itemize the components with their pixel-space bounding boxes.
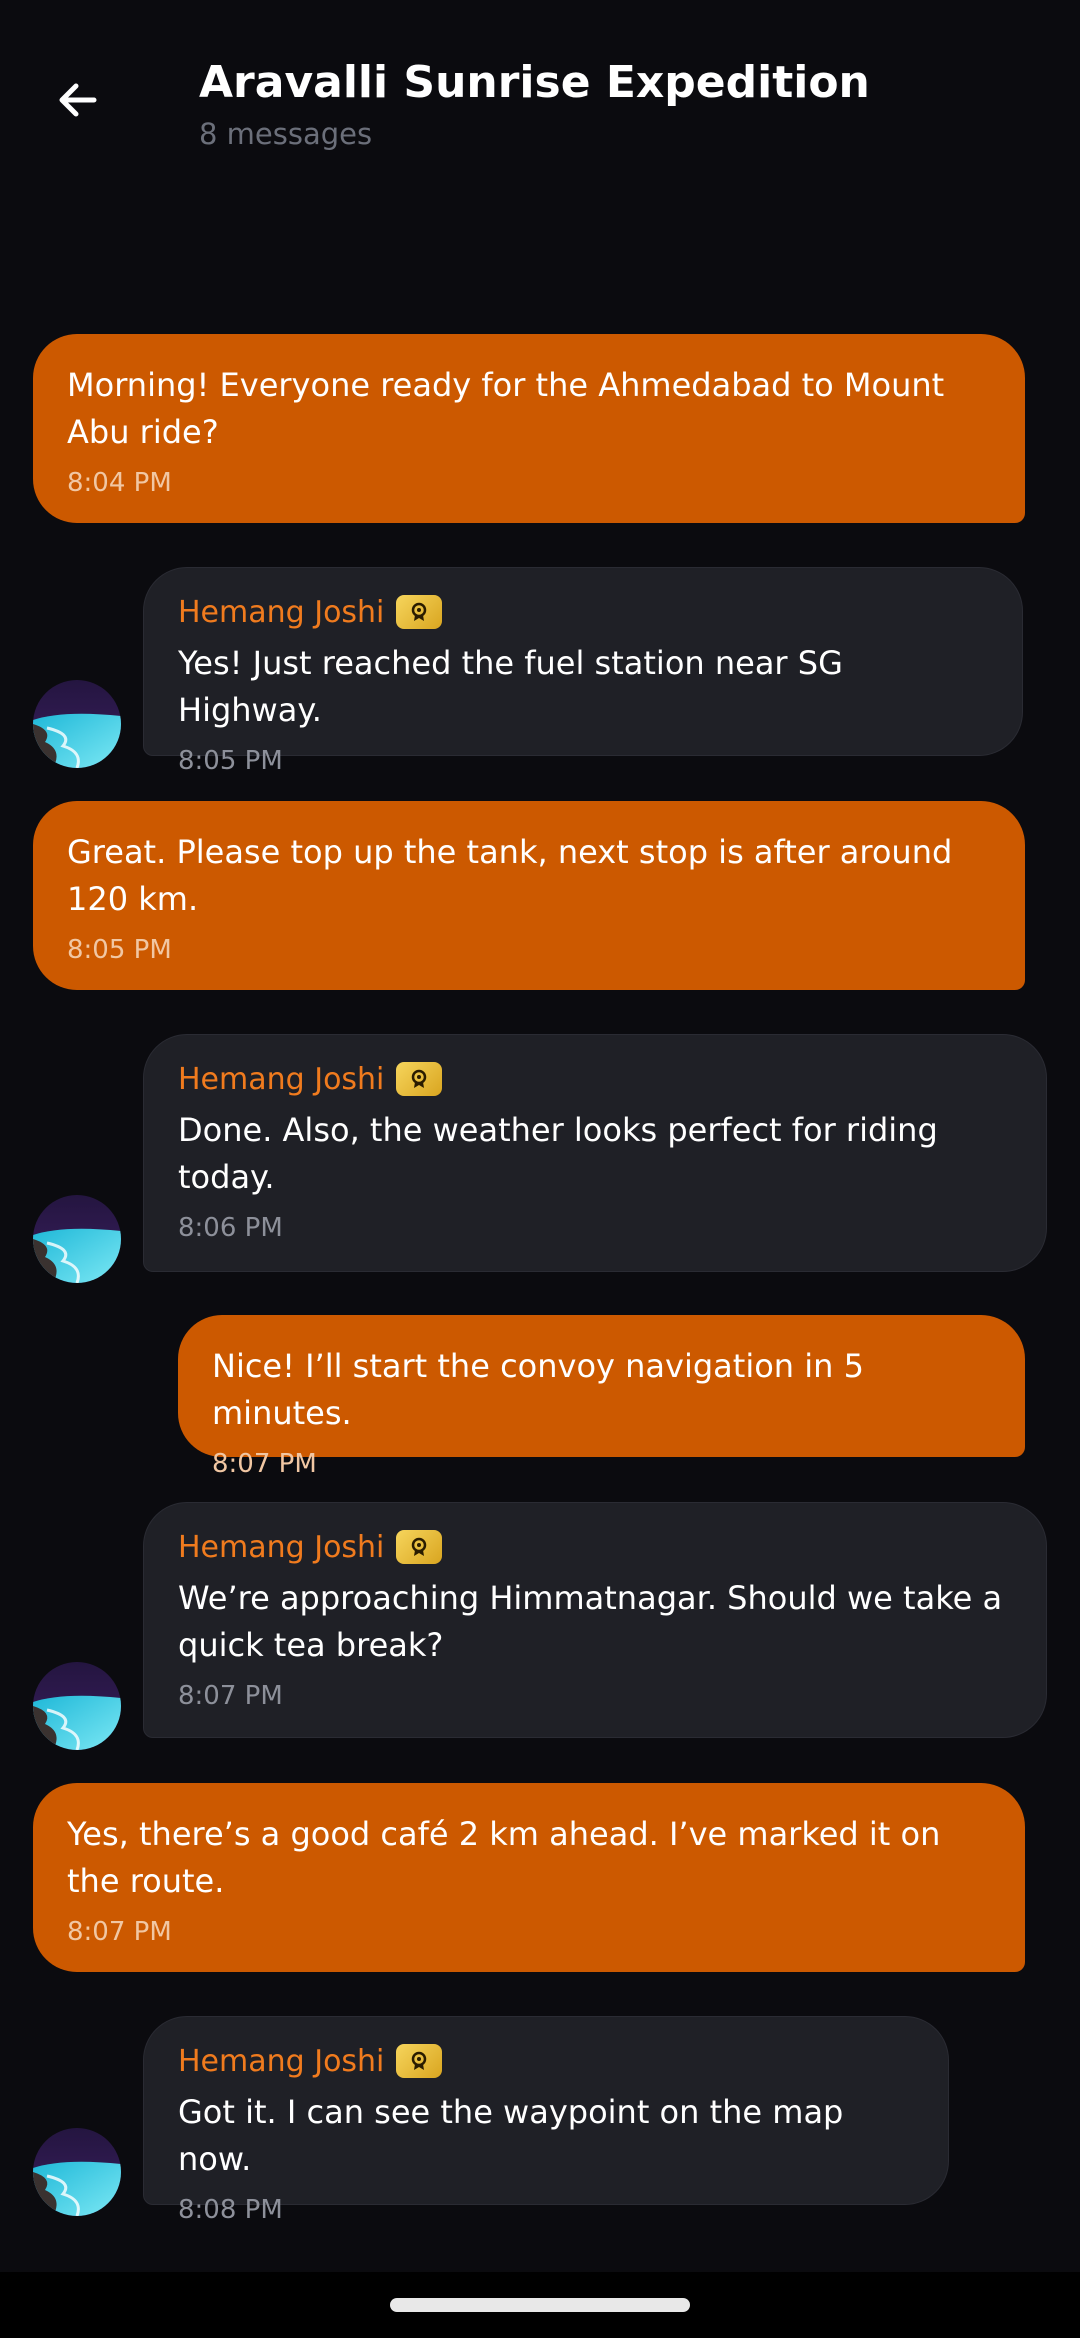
sender-name[interactable]: Hemang Joshi [178, 1530, 384, 1565]
message-text: Done. Also, the weather looks perfect fo… [178, 1111, 938, 1196]
message-text: Morning! Everyone ready for the Ahmedaba… [67, 366, 945, 451]
award-badge-icon [396, 595, 443, 629]
message-text: Yes, there’s a good café 2 km ahead. I’v… [67, 1815, 941, 1900]
message-time: 8:04 PM [67, 468, 172, 498]
message-incoming[interactable]: Hemang Joshi We’re approaching Himmatnag… [143, 1502, 1047, 1738]
message-time: 8:05 PM [67, 935, 172, 965]
message-text: We’re approaching Himmatnagar. Should we… [178, 1579, 1003, 1664]
message-time: 8:07 PM [212, 1449, 317, 1479]
sender-row: Hemang Joshi [178, 1057, 1012, 1101]
message-time: 8:07 PM [178, 1681, 283, 1711]
message-text: Nice! I’ll start the convoy navigation i… [212, 1347, 864, 1432]
sender-name[interactable]: Hemang Joshi [178, 595, 384, 630]
message-incoming[interactable]: Hemang Joshi Got it. I can see the waypo… [143, 2016, 949, 2225]
avatar[interactable] [33, 680, 121, 768]
sender-name[interactable]: Hemang Joshi [178, 2044, 384, 2079]
chat-header: Aravalli Sunrise Expedition 8 messages [0, 0, 1080, 180]
award-badge-icon [396, 1062, 443, 1096]
message-incoming[interactable]: Hemang Joshi Done. Also, the weather loo… [143, 1034, 1047, 1272]
message-outgoing[interactable]: Yes, there’s a good café 2 km ahead. I’v… [33, 1783, 1025, 1972]
message-text: Great. Please top up the tank, next stop… [67, 833, 953, 918]
message-outgoing[interactable]: Nice! I’ll start the convoy navigation i… [178, 1315, 1025, 1479]
message-count: 8 messages [199, 117, 373, 151]
avatar[interactable] [33, 2128, 121, 2216]
sender-row: Hemang Joshi [178, 590, 988, 634]
message-time: 8:06 PM [178, 1213, 283, 1243]
avatar[interactable] [33, 1195, 121, 1283]
sender-name[interactable]: Hemang Joshi [178, 1062, 384, 1097]
message-incoming[interactable]: Hemang Joshi Yes! Just reached the fuel … [143, 567, 1023, 776]
sender-row: Hemang Joshi [178, 2039, 914, 2083]
avatar[interactable] [33, 1662, 121, 1750]
home-indicator[interactable] [390, 2298, 690, 2312]
sender-row: Hemang Joshi [178, 1525, 1012, 1569]
message-time: 8:07 PM [67, 1917, 172, 1947]
message-time: 8:08 PM [178, 2195, 283, 2225]
message-text: Got it. I can see the waypoint on the ma… [178, 2093, 844, 2178]
award-badge-icon [396, 1530, 443, 1564]
message-time: 8:05 PM [178, 746, 283, 776]
message-text: Yes! Just reached the fuel station near … [178, 644, 843, 729]
arrow-left-icon [59, 83, 97, 117]
message-outgoing[interactable]: Great. Please top up the tank, next stop… [33, 801, 1025, 990]
award-badge-icon [396, 2044, 443, 2078]
back-button[interactable] [40, 62, 116, 138]
chat-title: Aravalli Sunrise Expedition [199, 57, 870, 108]
message-outgoing[interactable]: Morning! Everyone ready for the Ahmedaba… [33, 334, 1025, 523]
